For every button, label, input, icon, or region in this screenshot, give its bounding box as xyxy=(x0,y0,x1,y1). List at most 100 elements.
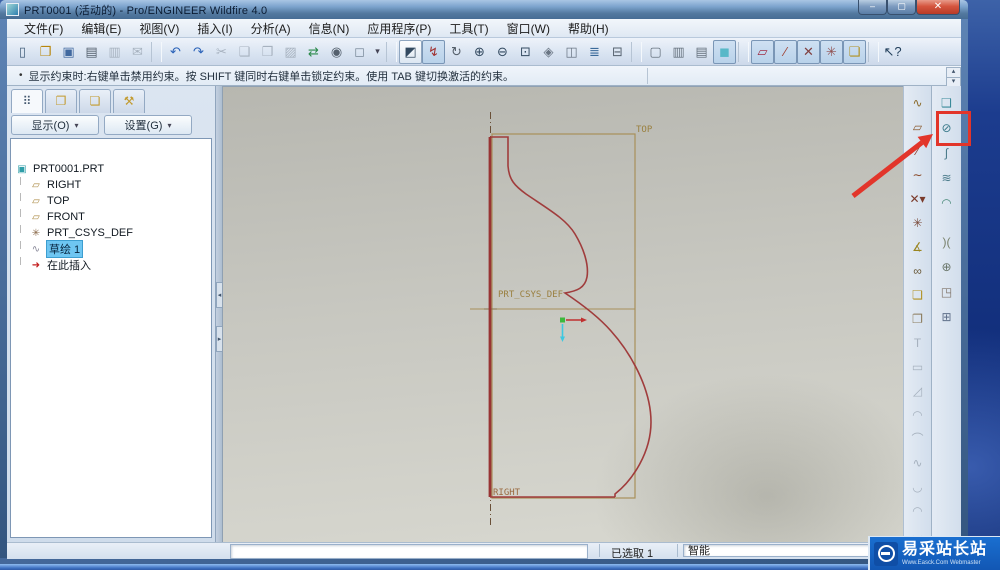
sweep-tool[interactable]: ∫ xyxy=(934,142,960,165)
maximize-button[interactable]: ▢ xyxy=(887,0,916,15)
copy-button[interactable]: ❑ xyxy=(233,40,256,64)
paste-button[interactable]: ❒ xyxy=(256,40,279,64)
style-tool[interactable]: ◠ xyxy=(934,192,960,215)
redo-button[interactable]: ↷ xyxy=(187,40,210,64)
text-tool[interactable]: T xyxy=(905,332,931,354)
menu-item[interactable]: 分析(A) xyxy=(242,18,300,39)
menu-item[interactable]: 工具(T) xyxy=(440,18,497,39)
csys-icon: ✳ xyxy=(31,227,41,239)
csys-display-toggle[interactable]: ✳ xyxy=(820,39,843,64)
offset-edge-tool[interactable]: ❐ xyxy=(905,308,931,330)
tree-item[interactable]: ▣ PRT0001.PRT xyxy=(11,161,211,177)
point-display-toggle[interactable]: ✕ xyxy=(797,39,820,64)
tree-item[interactable]: ➜ 在此插入 xyxy=(11,257,211,273)
datum-curve-tool[interactable]: ∿ xyxy=(905,92,931,114)
undo-button[interactable]: ↶ xyxy=(164,40,187,64)
intersect-tool[interactable]: ⊕ xyxy=(934,256,960,279)
menu-item[interactable]: 窗口(W) xyxy=(498,18,559,39)
rectangle-tool[interactable]: ▭ xyxy=(905,356,931,378)
tree-item[interactable]: ▱ TOP xyxy=(11,193,211,209)
navigator-tabs: ⠿ ❐ ❏ ⚒ xyxy=(11,89,145,113)
datum-plane-display-toggle[interactable]: ▱ xyxy=(751,39,774,64)
new-file-button[interactable]: ▯ xyxy=(11,40,34,64)
tree-item[interactable]: ∿ 草绘 1 xyxy=(11,240,211,258)
menu-item[interactable]: 编辑(E) xyxy=(72,18,130,39)
regenerate-button[interactable]: ⇄ xyxy=(302,40,325,64)
menu-item[interactable]: 信息(N) xyxy=(300,18,359,39)
close-button[interactable]: ✕ xyxy=(916,0,960,15)
window-frame-left xyxy=(0,19,7,558)
save-button[interactable]: ▣ xyxy=(57,40,80,64)
shaded-display-button[interactable]: ◼ xyxy=(713,39,736,64)
refit-button[interactable]: ⊡ xyxy=(514,40,537,64)
cut-button[interactable]: ✂ xyxy=(210,40,233,64)
send-mail-button[interactable]: ✉ xyxy=(126,40,149,64)
datum-point-tool[interactable]: ✕▾ xyxy=(905,188,931,210)
menu-item[interactable]: 文件(F) xyxy=(15,18,72,39)
message-bullet-icon: • xyxy=(19,70,23,81)
ellipse-tool[interactable]: ◠ xyxy=(905,500,931,522)
reorient-button[interactable]: ◈ xyxy=(537,40,560,64)
fillet-tool[interactable]: ◠ xyxy=(905,404,931,426)
navigator-panel: ⠿ ❐ ❏ ⚒ 显示(O) ▾ 设置(G) ▾ ▣ PRT0001.PRT ▱ … xyxy=(7,86,215,542)
select-box-dropdown[interactable]: ▾ xyxy=(371,40,384,64)
view-manager-button[interactable]: ⊟ xyxy=(606,40,629,64)
tab-connections[interactable]: ⚒ xyxy=(113,89,145,113)
graphics-area[interactable]: TOP RIGHT PRT_CSYS_DEF xyxy=(222,86,903,542)
mirror-tool[interactable]: )( xyxy=(934,231,960,254)
note-tool[interactable]: ❏ xyxy=(905,284,931,306)
datum-axis-tool[interactable]: ∕ xyxy=(905,140,931,162)
settings-button[interactable]: 设置(G) ▾ xyxy=(104,115,192,135)
tree-item[interactable]: ▱ FRONT xyxy=(11,209,211,225)
zoom-in-button[interactable]: ⊕ xyxy=(468,40,491,64)
zoom-out-button[interactable]: ⊖ xyxy=(491,40,514,64)
smart-select-button[interactable]: ↯ xyxy=(422,39,445,64)
print-button[interactable]: ▤ xyxy=(80,40,103,64)
layers-button[interactable]: ≣ xyxy=(583,40,606,64)
measure-tool[interactable]: ∡ xyxy=(905,236,931,258)
sketch-profile-curve[interactable] xyxy=(490,136,652,497)
minimize-button[interactable]: – xyxy=(858,0,887,15)
link-tool[interactable]: ∞ xyxy=(905,260,931,282)
menu-item[interactable]: 插入(I) xyxy=(188,18,241,39)
tree-item[interactable]: ✳ PRT_CSYS_DEF xyxy=(11,225,211,241)
tab-model-tree[interactable]: ⠿ xyxy=(11,89,43,113)
context-help-button[interactable]: ↖? xyxy=(881,40,904,64)
spline-tool[interactable]: ∿ xyxy=(905,452,931,474)
chamfer-tool[interactable]: ◿ xyxy=(905,380,931,402)
menu-item[interactable]: 帮助(H) xyxy=(559,18,618,39)
print-to-file-button[interactable]: ▥ xyxy=(103,40,126,64)
select-box-button[interactable]: ◻ xyxy=(348,40,371,64)
advanced-select-button[interactable]: ↻ xyxy=(445,40,468,64)
saved-views-button[interactable]: ◫ xyxy=(560,40,583,64)
tree-item[interactable]: ▱ RIGHT xyxy=(11,177,211,193)
hidden-line-display-button[interactable]: ▥ xyxy=(667,40,690,64)
paste-special-button[interactable]: ▨ xyxy=(279,40,302,64)
sketched-curve-tool[interactable]: ∼ xyxy=(905,164,931,186)
extrude-tool[interactable]: ❑ xyxy=(934,92,960,115)
conic-tool[interactable]: ◡ xyxy=(905,476,931,498)
right-plane-label: RIGHT xyxy=(493,488,521,498)
menu-item[interactable]: 应用程序(P) xyxy=(358,18,440,39)
tab-folder-browser[interactable]: ❐ xyxy=(45,89,77,113)
taskbar-edge xyxy=(0,564,1000,570)
annotation-display-toggle[interactable]: ❏ xyxy=(843,39,866,64)
open-file-button[interactable]: ❐ xyxy=(34,40,57,64)
revolve-tool[interactable]: ⊘ xyxy=(934,117,960,140)
show-button[interactable]: 显示(O) ▾ xyxy=(11,115,99,135)
selection-filter-combo[interactable]: 智能 xyxy=(683,544,871,557)
find-button[interactable]: ◉ xyxy=(325,40,348,64)
wireframe-display-button[interactable]: ▢ xyxy=(644,40,667,64)
blend-tool[interactable]: ≋ xyxy=(934,167,960,190)
menu-item[interactable]: 视图(V) xyxy=(130,18,188,39)
trim-tool[interactable]: ◳ xyxy=(934,281,960,304)
select-filter-button[interactable]: ◩ xyxy=(399,39,422,64)
arc-tool[interactable]: ⌒ xyxy=(905,428,931,450)
datum-plane-tool[interactable]: ▱ xyxy=(905,116,931,138)
pattern-tool[interactable]: ⊞ xyxy=(934,306,960,329)
no-hidden-display-button[interactable]: ▤ xyxy=(690,40,713,64)
desktop: { "window": { "title": "PRT0001 (活动的) - … xyxy=(0,0,1000,570)
datum-axis-display-toggle[interactable]: ∕ xyxy=(774,39,797,64)
csys-tool[interactable]: ✳ xyxy=(905,212,931,234)
tab-favorites[interactable]: ❏ xyxy=(79,89,111,113)
